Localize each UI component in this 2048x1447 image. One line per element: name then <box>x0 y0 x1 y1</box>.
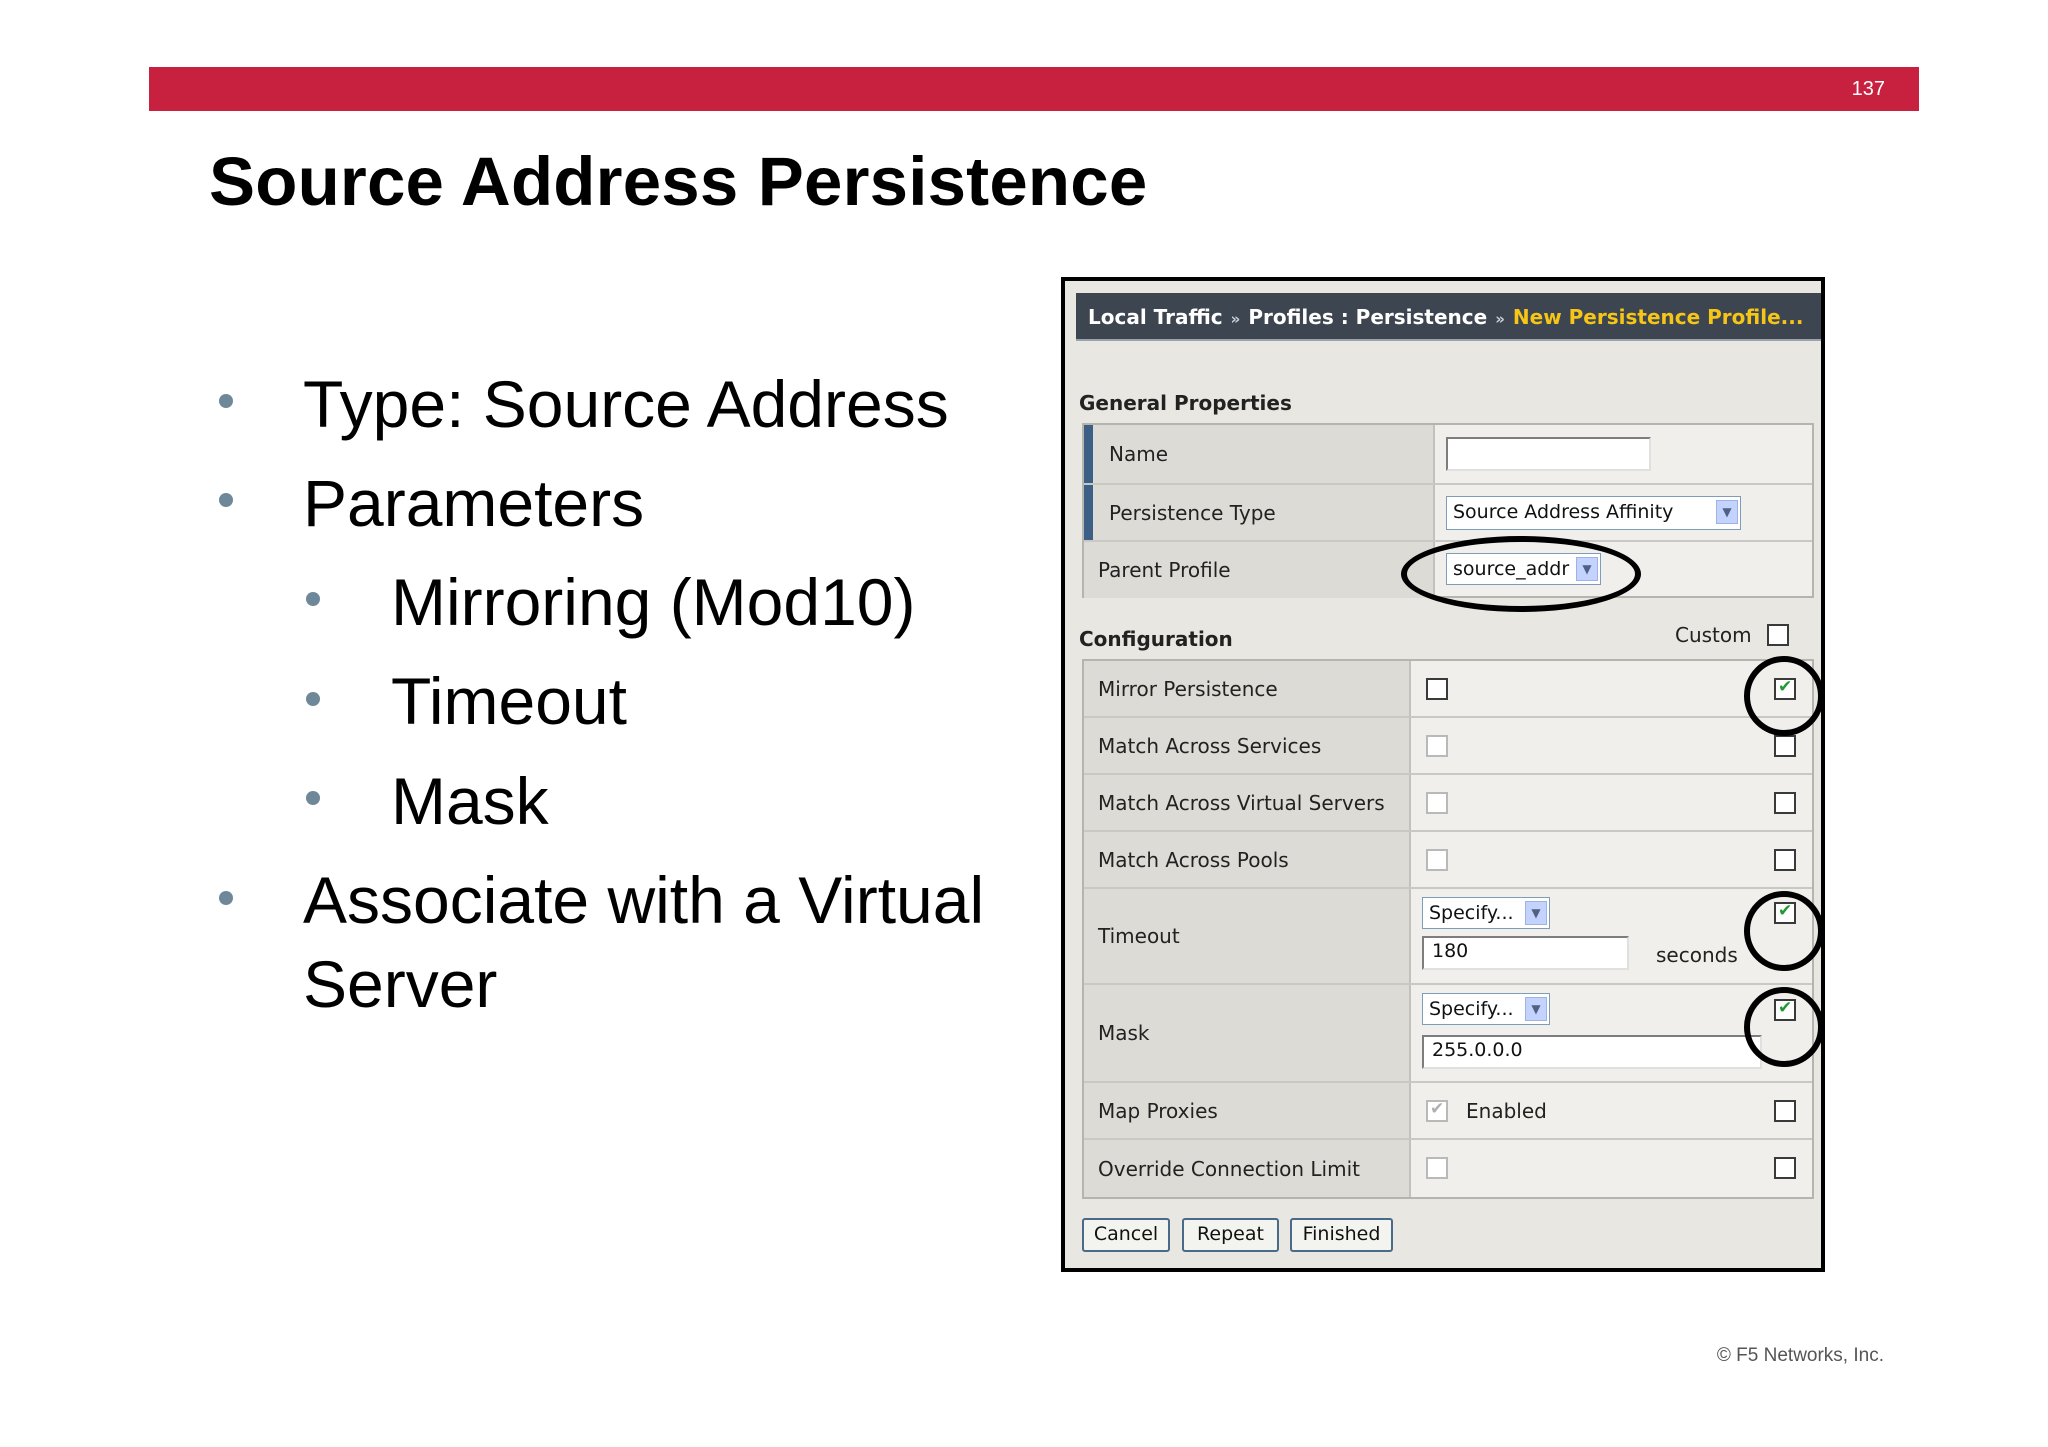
cancel-button[interactable]: Cancel <box>1082 1218 1170 1252</box>
highlight-ring-parent-profile <box>1401 536 1641 612</box>
map-proxies-checkbox[interactable] <box>1426 1099 1448 1122</box>
breadcrumb-current: New Persistence Profile... <box>1512 305 1804 329</box>
timeout-label: Timeout <box>1098 924 1180 948</box>
persistence-type-select[interactable]: Source Address Affinity ▼ <box>1446 496 1741 530</box>
general-properties-heading: General Properties <box>1079 391 1292 415</box>
match-across-virtuals-label: Match Across Virtual Servers <box>1098 790 1385 815</box>
name-label: Name <box>1109 442 1169 466</box>
config-row-proxies: Map Proxies Enabled <box>1084 1083 1812 1140</box>
breadcrumb: Local Traffic » Profiles : Persistence » New… <box>1076 293 1821 341</box>
bullet-dot <box>219 493 233 507</box>
bullet-type: Type: Source Address <box>303 367 949 441</box>
highlight-ring-mirror <box>1744 656 1821 736</box>
bullet-mirroring: Mirroring (Mod10) <box>391 565 916 639</box>
custom-label: Custom <box>1675 623 1752 647</box>
breadcrumb-separator: » <box>1495 310 1505 328</box>
name-row: Name <box>1084 425 1812 485</box>
custom-checkbox[interactable] <box>1767 624 1789 646</box>
bullet-associate: Associate with a Virtual <box>303 863 985 937</box>
virtuals-custom-checkbox[interactable] <box>1774 792 1796 814</box>
header-banner: 137 <box>149 67 1919 111</box>
persistence-type-label: Persistence Type <box>1109 500 1276 525</box>
timeout-unit: seconds <box>1656 943 1738 967</box>
slide-title: Source Address Persistence <box>209 143 1148 220</box>
bullet-dot <box>306 692 320 706</box>
bullet-dot <box>306 592 320 606</box>
mask-mode-select[interactable]: Specify... ▼ <box>1422 993 1550 1025</box>
copyright: © F5 Networks, Inc. <box>1716 1345 1884 1366</box>
chevron-down-icon: ▼ <box>1525 901 1547 925</box>
config-row-mask: Mask Specify... ▼ 255.0.0.0 <box>1084 985 1812 1083</box>
timeout-mode-select[interactable]: Specify... ▼ <box>1422 897 1550 929</box>
repeat-button[interactable]: Repeat <box>1182 1218 1279 1252</box>
page-number: 137 <box>1851 78 1885 100</box>
parent-profile-label: Parent Profile <box>1098 558 1231 582</box>
chevron-down-icon: ▼ <box>1716 500 1738 524</box>
override-custom-checkbox[interactable] <box>1774 1157 1796 1179</box>
match-across-pools-label: Match Across Pools <box>1098 847 1289 872</box>
mask-mode-value: Specify... <box>1429 998 1514 1020</box>
pools-custom-checkbox[interactable] <box>1774 849 1796 871</box>
highlight-ring-mask <box>1744 987 1821 1067</box>
persistence-type-row: Persistence Type Source Address Affinity… <box>1084 485 1812 542</box>
config-row-override: Override Connection Limit <box>1084 1140 1812 1197</box>
match-pools-checkbox[interactable] <box>1426 849 1448 871</box>
config-row-virtuals: Match Across Virtual Servers <box>1084 775 1812 832</box>
mirror-persistence-checkbox[interactable] <box>1426 678 1448 700</box>
bullet-timeout: Timeout <box>391 664 627 738</box>
match-services-checkbox[interactable] <box>1426 735 1448 757</box>
persistence-type-value: Source Address Affinity <box>1453 501 1674 523</box>
configuration-heading: Configuration <box>1079 627 1233 651</box>
map-proxies-label: Map Proxies <box>1098 1098 1218 1123</box>
screenshot-panel: Local Traffic » Profiles : Persistence » New… <box>1061 277 1825 1272</box>
name-input[interactable] <box>1446 437 1651 471</box>
config-row-pools: Match Across Pools <box>1084 832 1812 889</box>
config-row-timeout: Timeout Specify... ▼ 180 seconds <box>1084 889 1812 985</box>
highlight-ring-timeout <box>1744 891 1821 971</box>
timeout-input[interactable]: 180 <box>1422 936 1629 970</box>
bullet-dot <box>219 891 233 905</box>
bullet-dot <box>306 791 320 805</box>
bullet-parameters: Parameters <box>303 466 645 540</box>
mask-label: Mask <box>1098 1021 1150 1045</box>
match-across-services-label: Match Across Services <box>1098 733 1322 758</box>
proxies-custom-checkbox[interactable] <box>1774 1100 1796 1122</box>
services-custom-checkbox[interactable] <box>1774 735 1796 757</box>
bullet-mask: Mask <box>391 764 549 838</box>
breadcrumb-local-traffic[interactable]: Local Traffic <box>1088 305 1223 329</box>
configuration-table: Mirror Persistence Match Across Services… <box>1082 659 1814 1199</box>
breadcrumb-profiles[interactable]: Profiles : Persistence <box>1248 305 1487 329</box>
bullet-dot <box>219 394 233 408</box>
override-limit-checkbox[interactable] <box>1426 1157 1448 1179</box>
config-row-services: Match Across Services <box>1084 718 1812 775</box>
timeout-mode-value: Specify... <box>1429 902 1514 924</box>
chevron-down-icon: ▼ <box>1525 997 1547 1021</box>
bullet-associate-cont: Server <box>303 947 498 1021</box>
mask-input[interactable]: 255.0.0.0 <box>1422 1035 1762 1069</box>
match-virtuals-checkbox[interactable] <box>1426 792 1448 814</box>
config-row-mirror: Mirror Persistence <box>1084 661 1812 718</box>
finished-button[interactable]: Finished <box>1290 1218 1393 1252</box>
breadcrumb-separator: » <box>1230 310 1241 328</box>
override-connection-limit-label: Override Connection Limit <box>1098 1156 1360 1181</box>
mirror-persistence-label: Mirror Persistence <box>1098 676 1278 701</box>
map-proxies-value: Enabled <box>1466 1099 1547 1123</box>
